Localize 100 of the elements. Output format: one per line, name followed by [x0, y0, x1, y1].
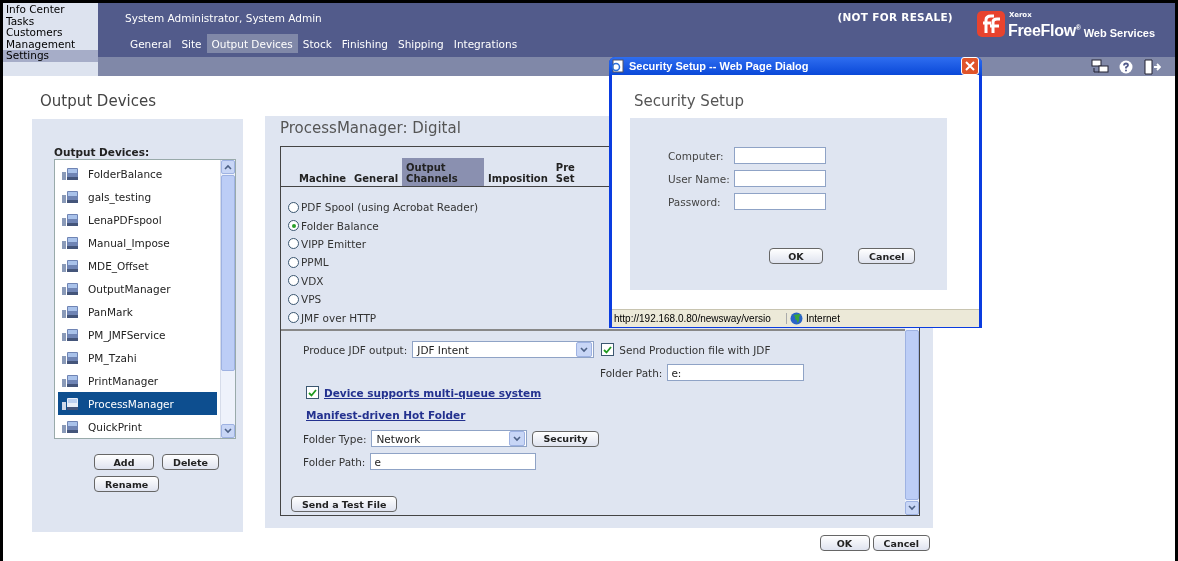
nav-tab[interactable]: Shipping: [392, 34, 449, 53]
radio-button[interactable]: [288, 201, 299, 213]
radio-button[interactable]: [288, 275, 299, 287]
field-label: Folder Path:: [303, 455, 366, 468]
checkmark-icon: [308, 388, 317, 397]
scrollbar[interactable]: [220, 160, 235, 438]
close-icon: [965, 61, 975, 71]
device-item[interactable]: MDE_Offset: [58, 254, 217, 278]
folder-type-select[interactable]: Network: [371, 430, 528, 447]
footer-button[interactable]: OK: [819, 535, 870, 551]
page-icon: [611, 59, 625, 73]
device-item[interactable]: PM_Tzahi: [58, 346, 217, 370]
network-icon[interactable]: [1091, 59, 1109, 74]
logo-suffix: Web Services: [1083, 27, 1155, 40]
radio-button[interactable]: [288, 238, 299, 250]
device-icon: [62, 213, 80, 228]
input-field[interactable]: [734, 193, 826, 210]
device-item[interactable]: gals_testing: [58, 185, 217, 209]
checkbox[interactable]: [306, 386, 319, 399]
nav-item[interactable]: Management: [3, 38, 98, 51]
hot-folder-link[interactable]: Manifest-driven Hot Folder: [306, 409, 466, 421]
radio-label: JMF over HTTP: [301, 311, 377, 324]
radio-button[interactable]: [288, 293, 299, 305]
field-label: User Name:: [668, 172, 731, 185]
device-icon: [62, 190, 80, 205]
device-item[interactable]: PM_JMFService: [58, 323, 217, 347]
exit-icon[interactable]: [1143, 58, 1161, 75]
settings-tab[interactable]: Pre Set: [551, 158, 579, 186]
field-label: Password:: [668, 195, 722, 208]
scroll-up-icon[interactable]: [224, 164, 232, 170]
scroll-down-icon[interactable]: [224, 428, 232, 434]
radio-label: PPML: [301, 256, 329, 269]
device-item[interactable]: PanMark: [58, 300, 217, 324]
scroll-down-icon[interactable]: [513, 435, 522, 442]
device-icon: [62, 282, 80, 297]
dialog-title: Security Setup -- Web Page Dialog: [629, 60, 810, 72]
device-item[interactable]: PrintManager: [58, 369, 217, 393]
radio-button[interactable]: [288, 220, 299, 232]
checkbox[interactable]: [601, 343, 615, 356]
page-title: Output Devices: [40, 92, 157, 110]
settings-tab[interactable]: Machine: [295, 158, 351, 186]
field-label: Folder Type:: [303, 432, 367, 445]
folder-path-field[interactable]: e:: [667, 364, 805, 381]
device-item[interactable]: QuickPrint: [58, 415, 217, 439]
dialog-button[interactable]: OK: [769, 248, 823, 264]
checkbox-label: Send Production file with JDF: [619, 343, 771, 356]
settings-tab[interactable]: Output Channels: [402, 158, 485, 186]
device-icon: [62, 350, 80, 365]
nav-tab[interactable]: Site: [176, 34, 207, 53]
radio-label: PDF Spool (using Acrobat Reader): [301, 201, 479, 214]
footer-button[interactable]: Cancel: [872, 535, 930, 551]
dialog-button[interactable]: Cancel: [858, 248, 916, 264]
security-button[interactable]: Security: [532, 430, 599, 447]
scroll-down-icon[interactable]: [580, 346, 589, 353]
help-icon[interactable]: [1119, 59, 1133, 74]
device-item[interactable]: FolderBalance: [58, 163, 217, 186]
nav-tab[interactable]: Finishing: [336, 34, 393, 53]
jdf-select[interactable]: JDF Intent: [412, 341, 595, 358]
scroll-down-icon[interactable]: [908, 505, 916, 511]
logo-icon: [976, 11, 1005, 37]
nav-tab[interactable]: Integrations: [448, 34, 523, 53]
radio-label: VIPP Emitter: [301, 237, 367, 250]
radio-label: Folder Balance: [301, 219, 379, 232]
device-icon: [62, 419, 80, 434]
nav-item[interactable]: Settings: [3, 50, 98, 62]
device-icon: [62, 373, 80, 388]
device-item[interactable]: OutputManager: [58, 277, 217, 301]
device-item[interactable]: ProcessManager: [58, 392, 217, 416]
multi-queue-link[interactable]: Device supports multi-queue system: [324, 386, 542, 399]
settings-tab[interactable]: General: [350, 158, 403, 186]
radio-label: VDX: [301, 274, 324, 287]
user-name: System Administrator, System Admin: [125, 12, 323, 24]
nav-item[interactable]: Customers: [3, 27, 98, 39]
nav-tab[interactable]: Output Devices: [206, 34, 298, 53]
radio-button[interactable]: [288, 256, 299, 268]
device-icon: [62, 236, 80, 251]
radio-label: VPS: [301, 293, 322, 306]
device-icon: [62, 327, 80, 342]
logo-product: FreeFlow$^{®}$: [1007, 21, 1081, 40]
device-item[interactable]: LenaPDFspool: [58, 208, 217, 232]
input-field[interactable]: [734, 170, 826, 187]
device-button[interactable]: Add: [94, 454, 154, 470]
nav-tab[interactable]: Stock: [297, 34, 337, 53]
device-button[interactable]: Rename: [94, 476, 160, 492]
close-button[interactable]: [961, 57, 979, 75]
nav-tab[interactable]: General: [125, 34, 177, 53]
dialog-heading: Security Setup: [634, 92, 746, 110]
folder-path-field[interactable]: e: [370, 453, 537, 470]
test-file-button[interactable]: Send a Test File: [291, 496, 398, 512]
device-icon: [62, 167, 80, 182]
nav-item[interactable]: Tasks: [3, 15, 98, 28]
radio-button[interactable]: [288, 312, 299, 324]
checkmark-icon: [603, 345, 613, 354]
status-url: http://192.168.0.80/newsway/versio: [612, 313, 787, 324]
list-label: Output Devices:: [54, 146, 151, 158]
settings-tab[interactable]: Imposition: [484, 158, 552, 186]
device-button[interactable]: Delete: [162, 454, 219, 470]
nav-item[interactable]: Info Center: [3, 4, 98, 16]
device-item[interactable]: Manual_Impose: [58, 231, 217, 255]
input-field[interactable]: [734, 147, 826, 164]
